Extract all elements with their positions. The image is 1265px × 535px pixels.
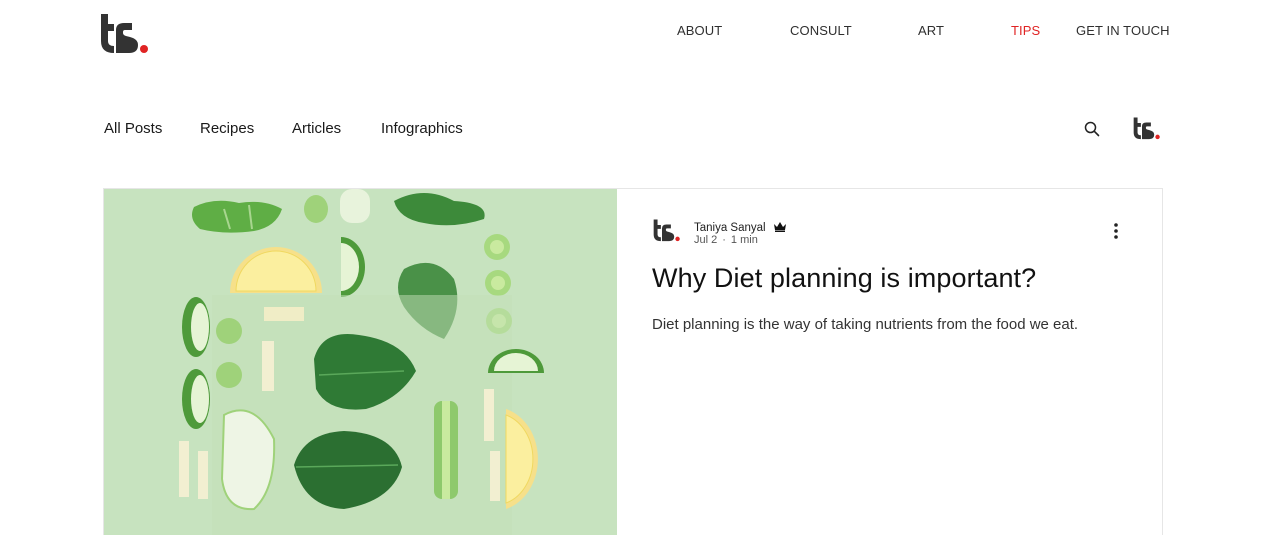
author-name[interactable]: Taniya Sanyal — [694, 222, 766, 234]
post-cover-image[interactable] — [104, 189, 617, 535]
nav-get-in-touch[interactable]: GET IN TOUCH — [1076, 23, 1170, 38]
more-vertical-icon[interactable] — [1108, 221, 1124, 241]
profile-logo-icon[interactable] — [1132, 114, 1162, 142]
nav-consult[interactable]: CONSULT — [790, 23, 852, 38]
category-infographics[interactable]: Infographics — [381, 120, 463, 137]
nav-tips[interactable]: TIPS — [1011, 23, 1040, 38]
post-card[interactable]: Taniya Sanyal Jul 2 · 1 min Why Diet plann… — [103, 188, 1163, 535]
category-all-posts[interactable]: All Posts — [104, 120, 162, 137]
category-recipes[interactable]: Recipes — [200, 120, 254, 137]
vegetables-flatlay-image — [104, 189, 617, 535]
blog-category-nav: All Posts Recipes Articles Infographics — [0, 120, 1265, 140]
nav-art[interactable]: ART — [918, 23, 944, 38]
search-icon[interactable] — [1083, 120, 1101, 138]
author-avatar[interactable] — [652, 215, 682, 245]
post-title[interactable]: Why Diet planning is important? — [652, 263, 1036, 294]
author-row: Taniya Sanyal — [694, 218, 787, 234]
post-date: Jul 2 — [694, 234, 718, 246]
nav-about[interactable]: ABOUT — [677, 23, 722, 38]
main-nav: ABOUT CONSULT ART TIPS GET IN TOUCH — [0, 23, 1265, 39]
crown-icon — [774, 222, 787, 232]
post-excerpt: Diet planning is the way of taking nutri… — [652, 316, 1079, 333]
meta-separator: · — [722, 234, 726, 246]
post-meta: Jul 2 · 1 min — [694, 234, 758, 246]
category-articles[interactable]: Articles — [292, 120, 341, 137]
read-time: 1 min — [730, 234, 758, 246]
